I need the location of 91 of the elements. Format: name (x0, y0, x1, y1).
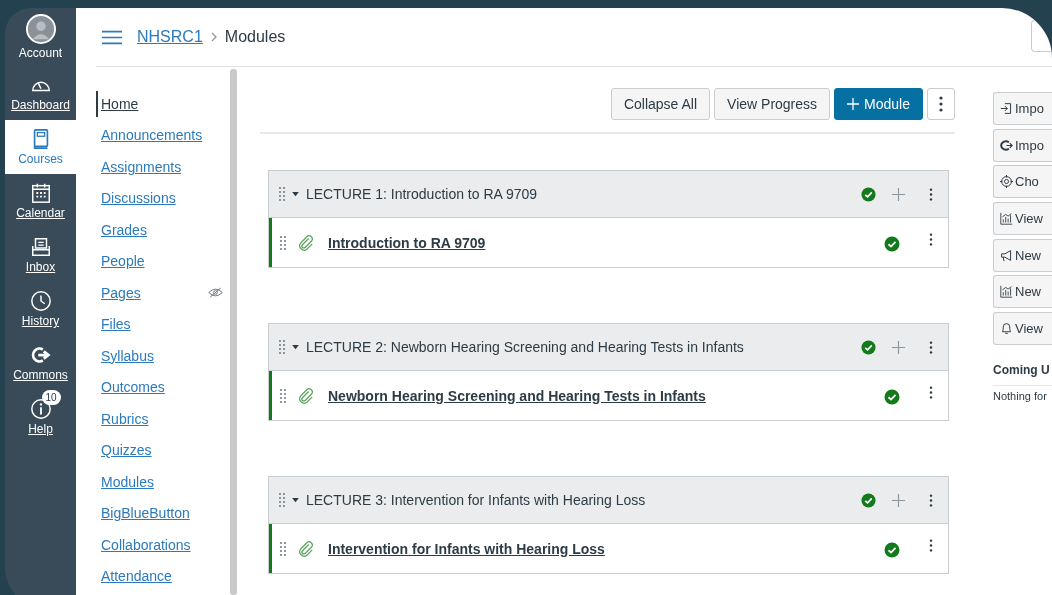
more-options-icon[interactable] (929, 233, 933, 246)
drag-handle-icon[interactable] (279, 340, 285, 354)
course-nav-link[interactable]: People (96, 248, 145, 275)
course-nav-link[interactable]: Discussions (96, 185, 176, 212)
course-nav-link[interactable]: Attendance (96, 563, 172, 590)
coming-up-heading: Coming U (993, 362, 1051, 377)
nav-item[interactable]: History (5, 282, 76, 336)
module-header[interactable]: LECTURE 3: Intervention for Infants with Hearing Loss (269, 477, 948, 524)
nav-item[interactable]: Calendar (5, 174, 76, 228)
module-title: LECTURE 1: Introduction to RA 9709 (306, 186, 539, 202)
published-check-icon[interactable] (861, 186, 876, 202)
bar-chart-icon (1000, 212, 1013, 226)
module-title: LECTURE 3: Intervention for Infants with Hearing Loss (306, 492, 647, 508)
notification-count: 10 (41, 390, 61, 405)
scrollbar[interactable] (230, 69, 237, 595)
chevron-icon (210, 32, 217, 42)
module-header[interactable]: LECTURE 1: Introduction to RA 9709 (269, 171, 948, 218)
paperclip-icon (298, 234, 314, 251)
module-item-link[interactable]: Intervention for Infants with Hearing Loss (328, 540, 884, 557)
nav-item[interactable]: Commons (5, 336, 76, 390)
module-header[interactable]: LECTURE 2: Newborn Hearing Screening and Hearing Tests in Infants (269, 324, 948, 371)
paperclip-icon (298, 540, 314, 557)
sidebar-button[interactable]: View (993, 202, 1052, 236)
sidebar-button[interactable]: Impo (993, 128, 1052, 162)
nav-item[interactable]: Courses (5, 120, 76, 174)
course-nav-link[interactable]: Quizzes (96, 437, 152, 464)
add-icon[interactable] (892, 493, 905, 507)
nav-item[interactable]: 10 Help (5, 390, 76, 444)
course-nav-link[interactable]: Rubrics (96, 405, 149, 432)
coming-up-text: Nothing for (993, 384, 1052, 402)
published-check-icon[interactable] (884, 388, 900, 405)
add-icon[interactable] (892, 187, 905, 201)
module-title: LECTURE 2: Newborn Hearing Screening and Hearing Tests in Infants (306, 339, 745, 355)
inbox-icon (29, 236, 52, 258)
course-nav-link[interactable]: Outcomes (96, 374, 165, 401)
course-nav-link[interactable]: Pages (96, 279, 141, 306)
published-check-icon[interactable] (861, 492, 876, 508)
add-module-button[interactable]: Module (834, 88, 923, 120)
course-nav-link[interactable]: BigBlueButton (96, 500, 190, 527)
nav-item[interactable]: Inbox (5, 228, 76, 282)
menu-icon[interactable] (101, 29, 123, 45)
sidebar-button[interactable]: New (993, 238, 1052, 272)
toolbar-button[interactable]: View Progress (714, 88, 831, 120)
avatar-icon (25, 14, 56, 44)
caret-icon[interactable] (292, 497, 299, 503)
sidebar-button[interactable]: Cho (993, 165, 1052, 199)
drag-handle-icon[interactable] (280, 541, 286, 556)
calendar-icon (29, 182, 52, 204)
kebab-icon (939, 96, 943, 112)
plus-icon (847, 98, 860, 110)
sidebar-button[interactable]: View (993, 312, 1052, 346)
course-nav-link[interactable]: Assignments (96, 153, 182, 180)
exit-arrow-icon (29, 344, 52, 366)
drag-handle-icon[interactable] (279, 187, 285, 201)
bell-icon (1000, 322, 1013, 336)
nav-item[interactable]: Dashboard (5, 66, 76, 120)
sidebar-button[interactable]: New (993, 275, 1052, 309)
more-options-icon[interactable] (929, 187, 933, 201)
target-icon (1000, 175, 1013, 189)
drag-handle-icon[interactable] (279, 493, 285, 507)
course-nav-link[interactable]: Syllabus (96, 342, 154, 369)
course-nav-link[interactable]: Collaborations (96, 531, 191, 558)
published-check-icon[interactable] (861, 339, 876, 355)
course-nav-link[interactable]: Grades (96, 216, 147, 243)
toolbar-button[interactable]: Collapse All (610, 88, 711, 120)
drag-handle-icon[interactable] (280, 235, 286, 250)
caret-icon[interactable] (292, 344, 299, 350)
nav-item[interactable]: Account (5, 8, 76, 66)
published-check-icon[interactable] (884, 235, 900, 252)
paperclip-icon (298, 387, 314, 404)
course-nav-link[interactable]: Announcements (96, 122, 203, 149)
bar-chart-icon (1000, 285, 1013, 299)
course-nav-link[interactable]: Modules (96, 468, 154, 495)
more-options-icon[interactable] (929, 493, 933, 507)
course-nav-link[interactable]: Files (96, 311, 131, 338)
drag-handle-icon[interactable] (280, 388, 286, 403)
more-options-icon[interactable] (929, 386, 933, 399)
course-nav-link[interactable]: Home (96, 90, 139, 117)
more-options-icon[interactable] (929, 340, 933, 354)
more-options-icon[interactable] (929, 539, 933, 552)
add-icon[interactable] (892, 340, 905, 354)
sidebar-button[interactable]: Impo (993, 92, 1052, 125)
clock-icon (29, 290, 52, 312)
module-item-link[interactable]: Newborn Hearing Screening and Hearing Tests in Infants (328, 387, 884, 404)
breadcrumb-current: Modules (224, 28, 286, 46)
published-check-icon[interactable] (884, 541, 900, 558)
breadcrumb-link[interactable]: NHSRC1 (137, 28, 203, 46)
megaphone-icon (1000, 248, 1013, 262)
module-item-link[interactable]: Introduction to RA 9709 (328, 234, 884, 251)
import-icon (1000, 102, 1013, 115)
caret-icon[interactable] (292, 191, 299, 197)
